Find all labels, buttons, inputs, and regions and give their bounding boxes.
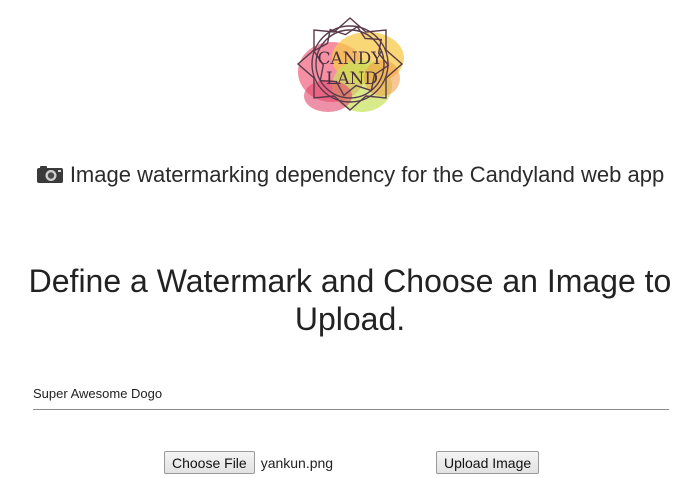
subtitle-text: Image watermarking dependency for the Ca… (69, 162, 665, 187)
logo-text-line2: LAND (326, 69, 378, 89)
watermark-text-input[interactable] (33, 374, 669, 410)
file-picker: Choose File yankun.png (164, 451, 333, 474)
selected-file-name: yankun.png (260, 454, 334, 471)
page: CANDY LAND Image watermarking dependency… (0, 0, 700, 478)
candyland-logo: CANDY LAND (280, 12, 420, 134)
page-title: Define a Watermark and Choose an Image t… (28, 263, 672, 338)
logo-text-line1: CANDY (317, 49, 383, 69)
choose-file-button[interactable]: Choose File (164, 451, 255, 474)
upload-image-button[interactable]: Upload Image (436, 451, 540, 474)
subtitle: Image watermarking dependency for the Ca… (24, 162, 676, 187)
camera-icon (36, 164, 64, 184)
